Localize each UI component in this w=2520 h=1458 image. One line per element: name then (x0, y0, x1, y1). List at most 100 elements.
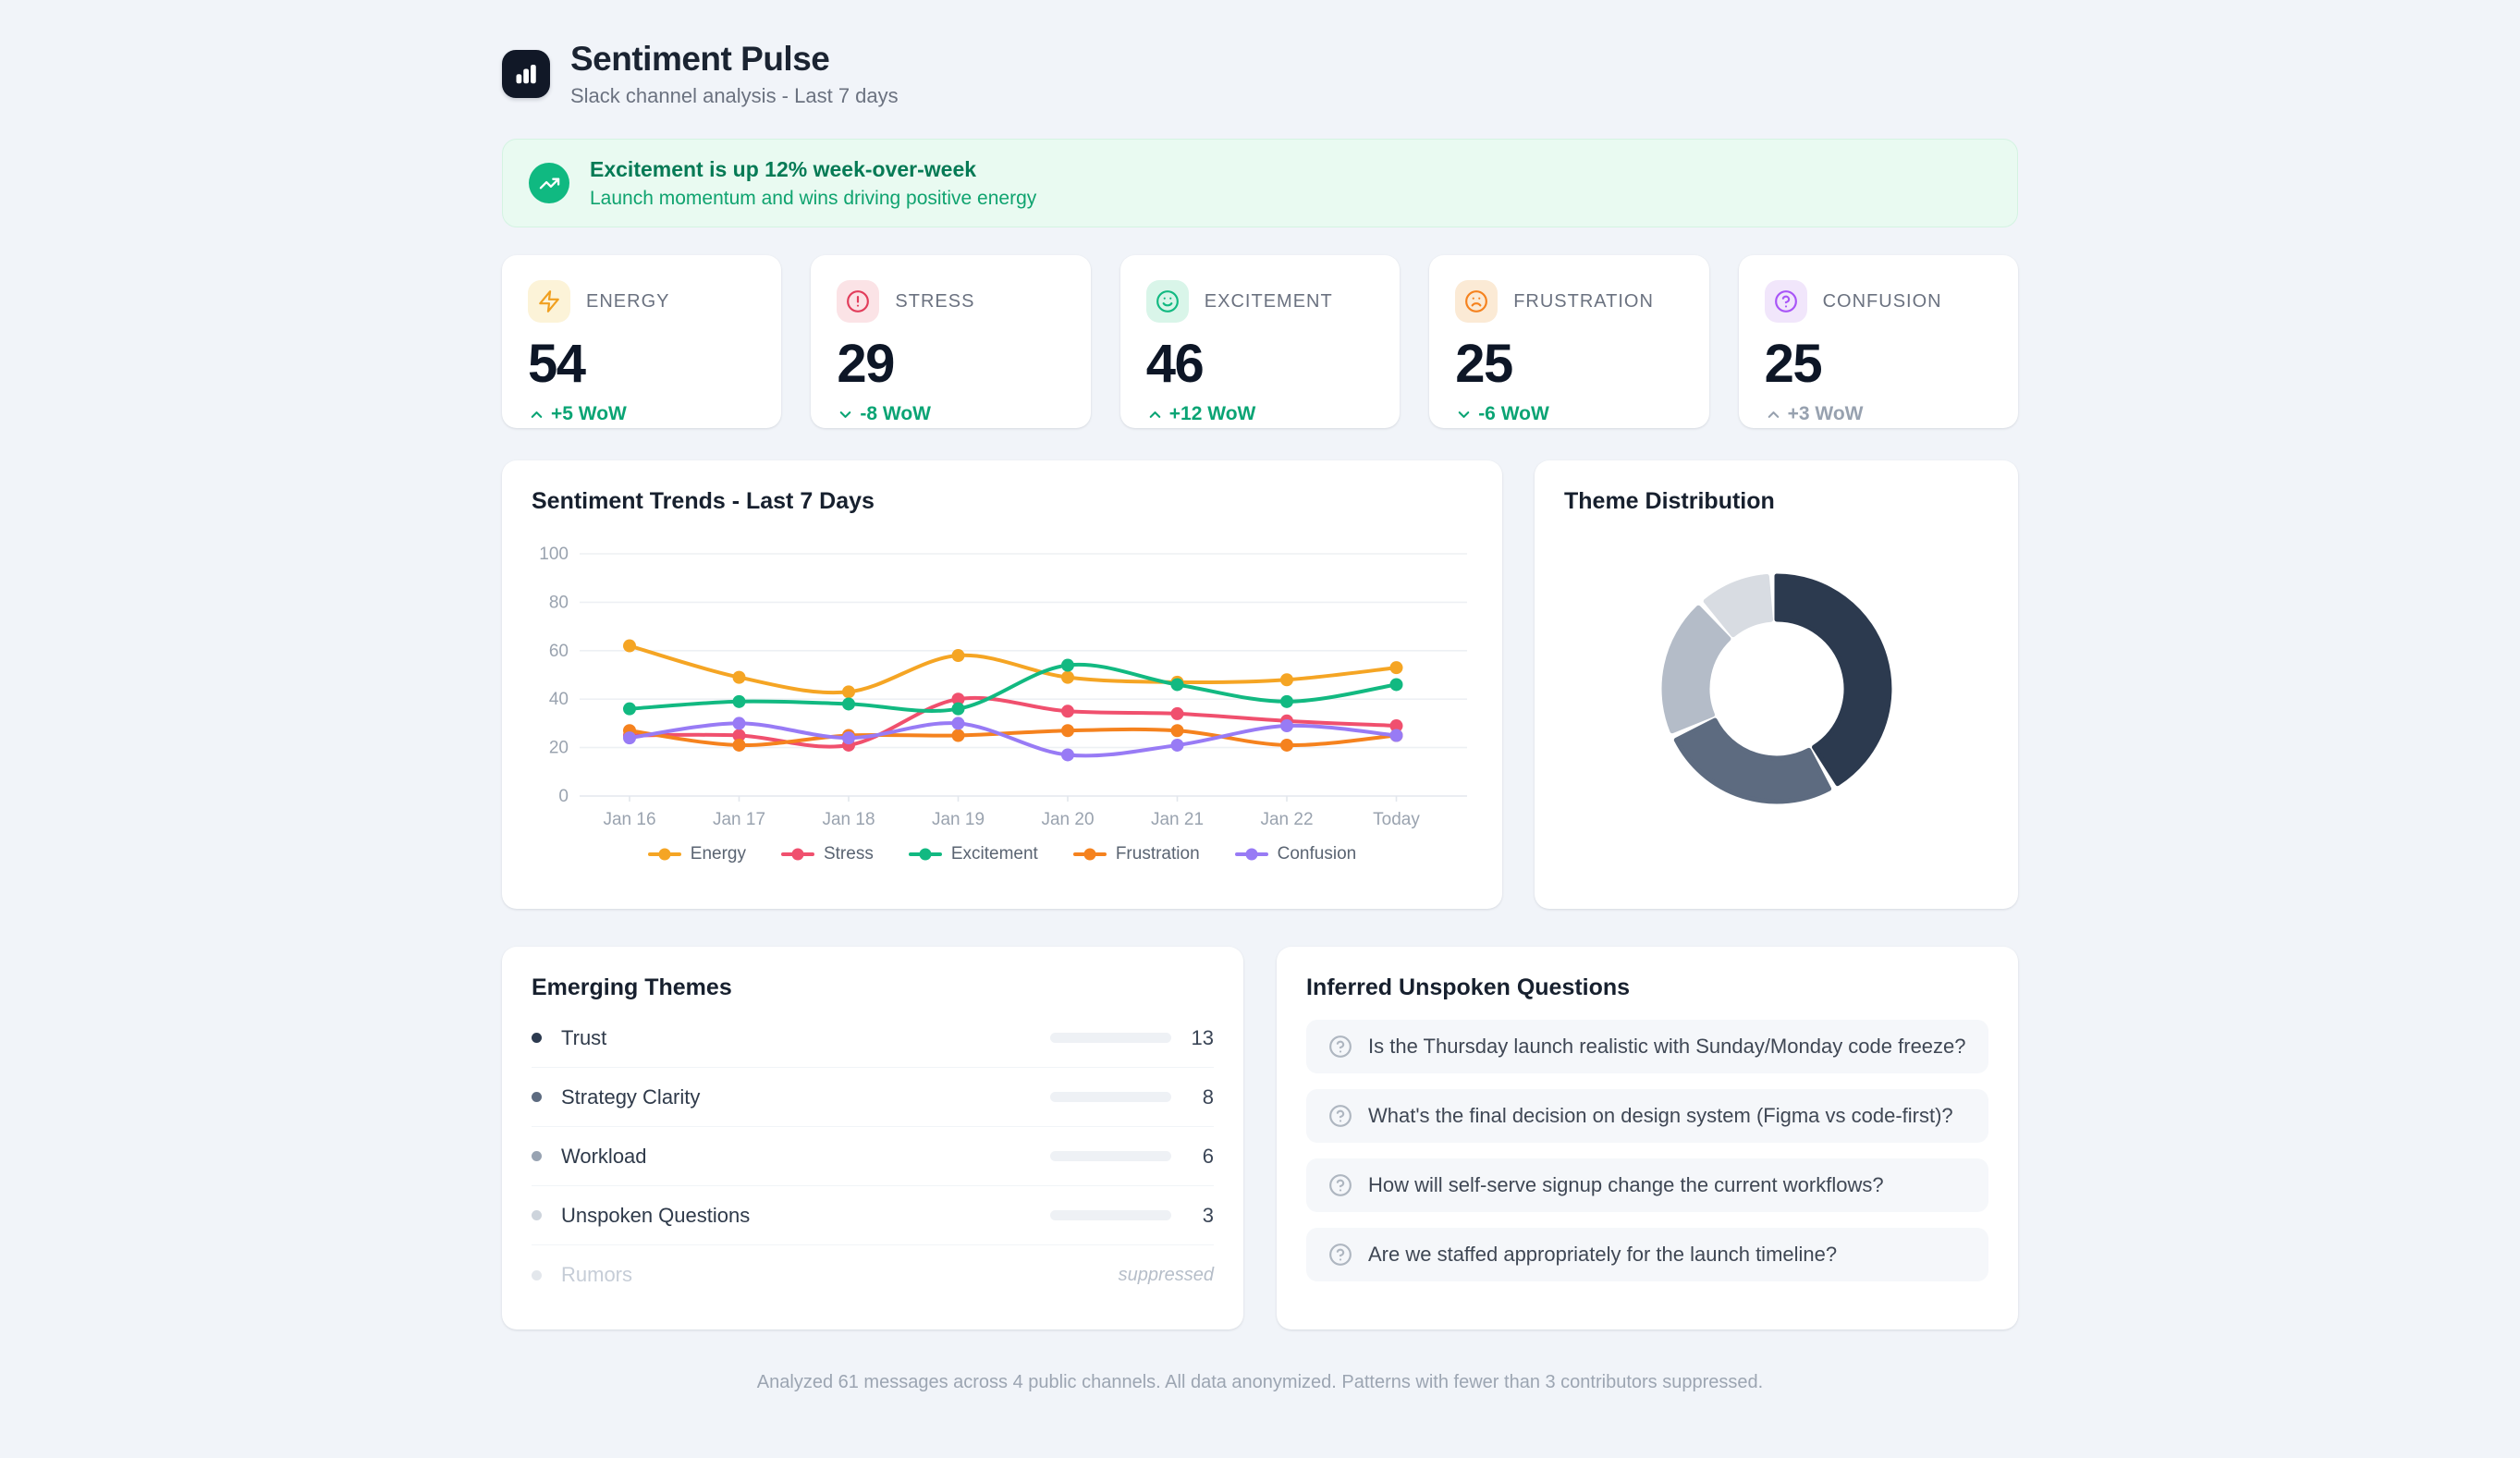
theme-row-workload: Workload6 (532, 1127, 1214, 1186)
svg-text:60: 60 (549, 642, 569, 661)
metric-head: EXCITEMENT (1146, 280, 1374, 323)
metric-icon-chip (1765, 280, 1807, 323)
charts-row: Sentiment Trends - Last 7 Days 100806040… (502, 460, 2018, 909)
svg-text:0: 0 (558, 787, 569, 806)
metric-card-excitement: EXCITEMENT46+12 WoW (1120, 255, 1400, 428)
unspoken-questions-card: Inferred Unspoken Questions Is the Thurs… (1277, 947, 2018, 1329)
bar-chart-icon (512, 60, 540, 88)
theme-list: Trust 13 Strategy Clarity 8 Workload6 Unspoke… (532, 1009, 1214, 1305)
chevron-up-icon (1146, 406, 1164, 423)
svg-text:20: 20 (549, 739, 569, 758)
donut-chart-title: Theme Distribution (1564, 488, 1988, 515)
metric-value: 54 (528, 337, 755, 391)
svg-text:Jan 20: Jan 20 (1041, 810, 1094, 829)
header-text: Sentiment Pulse Slack channel analysis -… (570, 40, 899, 108)
dashboard: Sentiment Pulse Slack channel analysis -… (502, 0, 2018, 1393)
theme-bar-track (1050, 1151, 1171, 1161)
question-text: What's the final decision on design syst… (1368, 1104, 1953, 1128)
metric-card-stress: STRESS 29 -8 WoW (811, 255, 1090, 428)
theme-label: Strategy Clarity (561, 1085, 700, 1109)
theme-count: 3 (1171, 1204, 1214, 1228)
sentiment-trends-chart: 100806040200Jan 16Jan 17Jan 18Jan 19Jan … (532, 528, 1473, 840)
metric-label: ENERGY (586, 291, 669, 312)
theme-label: Trust (561, 1026, 606, 1050)
legend-label: Excitement (951, 844, 1038, 864)
legend-item-confusion[interactable]: Confusion (1235, 844, 1357, 864)
legend-item-stress[interactable]: Stress (781, 844, 874, 864)
legend-label: Energy (691, 844, 746, 864)
help-circle-icon (1328, 1035, 1352, 1059)
legend-marker-icon (781, 848, 814, 861)
svg-text:Jan 17: Jan 17 (713, 810, 765, 829)
page-title: Sentiment Pulse (570, 40, 899, 79)
question-item[interactable]: Are we staffed appropriately for the lau… (1306, 1228, 1988, 1281)
legend-item-frustration[interactable]: Frustration (1073, 844, 1200, 864)
theme-bar-track (1050, 1033, 1171, 1043)
metric-delta: -6 WoW (1455, 403, 1682, 425)
svg-text:Jan 21: Jan 21 (1151, 810, 1204, 829)
emerging-themes-card: Emerging Themes Trust13Strategy Clarity8… (502, 947, 1243, 1329)
metric-delta-text: +3 WoW (1788, 403, 1864, 425)
help-circle-icon (1328, 1104, 1352, 1128)
page-subtitle: Slack channel analysis - Last 7 days (570, 84, 899, 108)
metric-delta-text: -6 WoW (1478, 403, 1549, 425)
legend-label: Stress (824, 844, 874, 864)
trend-chart-title: Sentiment Trends - Last 7 Days (532, 488, 1473, 515)
theme-bar-track (1050, 1210, 1171, 1220)
donut-segment-workload (1664, 607, 1729, 731)
metric-label: STRESS (895, 291, 974, 312)
theme-row-strategy-clarity: Strategy Clarity 8 (532, 1068, 1214, 1127)
legend-item-excitement[interactable]: Excitement (909, 844, 1038, 864)
insight-title: Excitement is up 12% week-over-week (590, 157, 1036, 182)
unspoken-questions-title: Inferred Unspoken Questions (1306, 974, 1988, 1001)
insight-text: Excitement is up 12% week-over-week Laun… (590, 157, 1036, 210)
question-item[interactable]: Is the Thursday launch realistic with Su… (1306, 1020, 1988, 1073)
legend-marker-icon (648, 848, 681, 861)
theme-count: 8 (1171, 1085, 1214, 1109)
chevron-down-icon (837, 406, 854, 423)
metric-icon-chip (528, 280, 570, 323)
theme-dot (532, 1270, 542, 1280)
chevron-up-icon (528, 406, 545, 423)
legend-marker-icon (1073, 848, 1107, 861)
question-item[interactable]: How will self-serve signup change the cu… (1306, 1158, 1988, 1212)
donut-segment-trust (1777, 576, 1890, 784)
theme-count: 6 (1171, 1145, 1214, 1169)
metric-card-confusion: CONFUSION 25 +3 WoW (1739, 255, 2018, 428)
metric-card-energy: ENERGY 54 +5 WoW (502, 255, 781, 428)
metric-value: 29 (837, 337, 1064, 391)
donut-wrap (1564, 569, 1988, 809)
theme-bar-track (1050, 1092, 1171, 1102)
question-text: Is the Thursday launch realistic with Su… (1368, 1035, 1966, 1059)
theme-label: Rumors (561, 1263, 632, 1287)
legend-item-energy[interactable]: Energy (648, 844, 746, 864)
question-text: Are we staffed appropriately for the lau… (1368, 1243, 1837, 1267)
svg-text:Jan 18: Jan 18 (822, 810, 875, 829)
metric-icon-chip (1455, 280, 1498, 323)
svg-text:Today: Today (1373, 810, 1420, 829)
metric-icon-chip (837, 280, 879, 323)
svg-text:80: 80 (549, 593, 569, 612)
theme-label: Unspoken Questions (561, 1204, 750, 1228)
metric-cards: ENERGY 54 +5 WoW STRESS 29 -8 WoW EXCITEMENT46… (502, 255, 2018, 428)
metric-delta: +5 WoW (528, 403, 755, 425)
chevron-up-icon (1765, 406, 1782, 423)
chart-legend: Energy Stress Excitement Frustration Confusi… (532, 844, 1473, 864)
legend-label: Frustration (1116, 844, 1200, 864)
smile-icon (1156, 289, 1180, 313)
bottom-row: Emerging Themes Trust13Strategy Clarity8… (502, 947, 2018, 1329)
question-text: How will self-serve signup change the cu… (1368, 1173, 1884, 1197)
metric-value: 25 (1765, 337, 1992, 391)
svg-text:Jan 16: Jan 16 (603, 810, 655, 829)
theme-suppressed: suppressed (1119, 1265, 1214, 1286)
theme-count: 13 (1171, 1026, 1214, 1050)
metric-head: ENERGY (528, 280, 755, 323)
sentiment-trends-card: Sentiment Trends - Last 7 Days 100806040… (502, 460, 1502, 909)
question-item[interactable]: What's the final decision on design syst… (1306, 1089, 1988, 1143)
metric-card-frustration: FRUSTRATION25-6 WoW (1429, 255, 1708, 428)
metric-delta-text: +12 WoW (1169, 403, 1256, 425)
metric-delta-text: -8 WoW (860, 403, 931, 425)
metric-label: CONFUSION (1823, 291, 1942, 312)
alert-circle-icon (846, 289, 870, 313)
legend-marker-icon (1235, 848, 1268, 861)
